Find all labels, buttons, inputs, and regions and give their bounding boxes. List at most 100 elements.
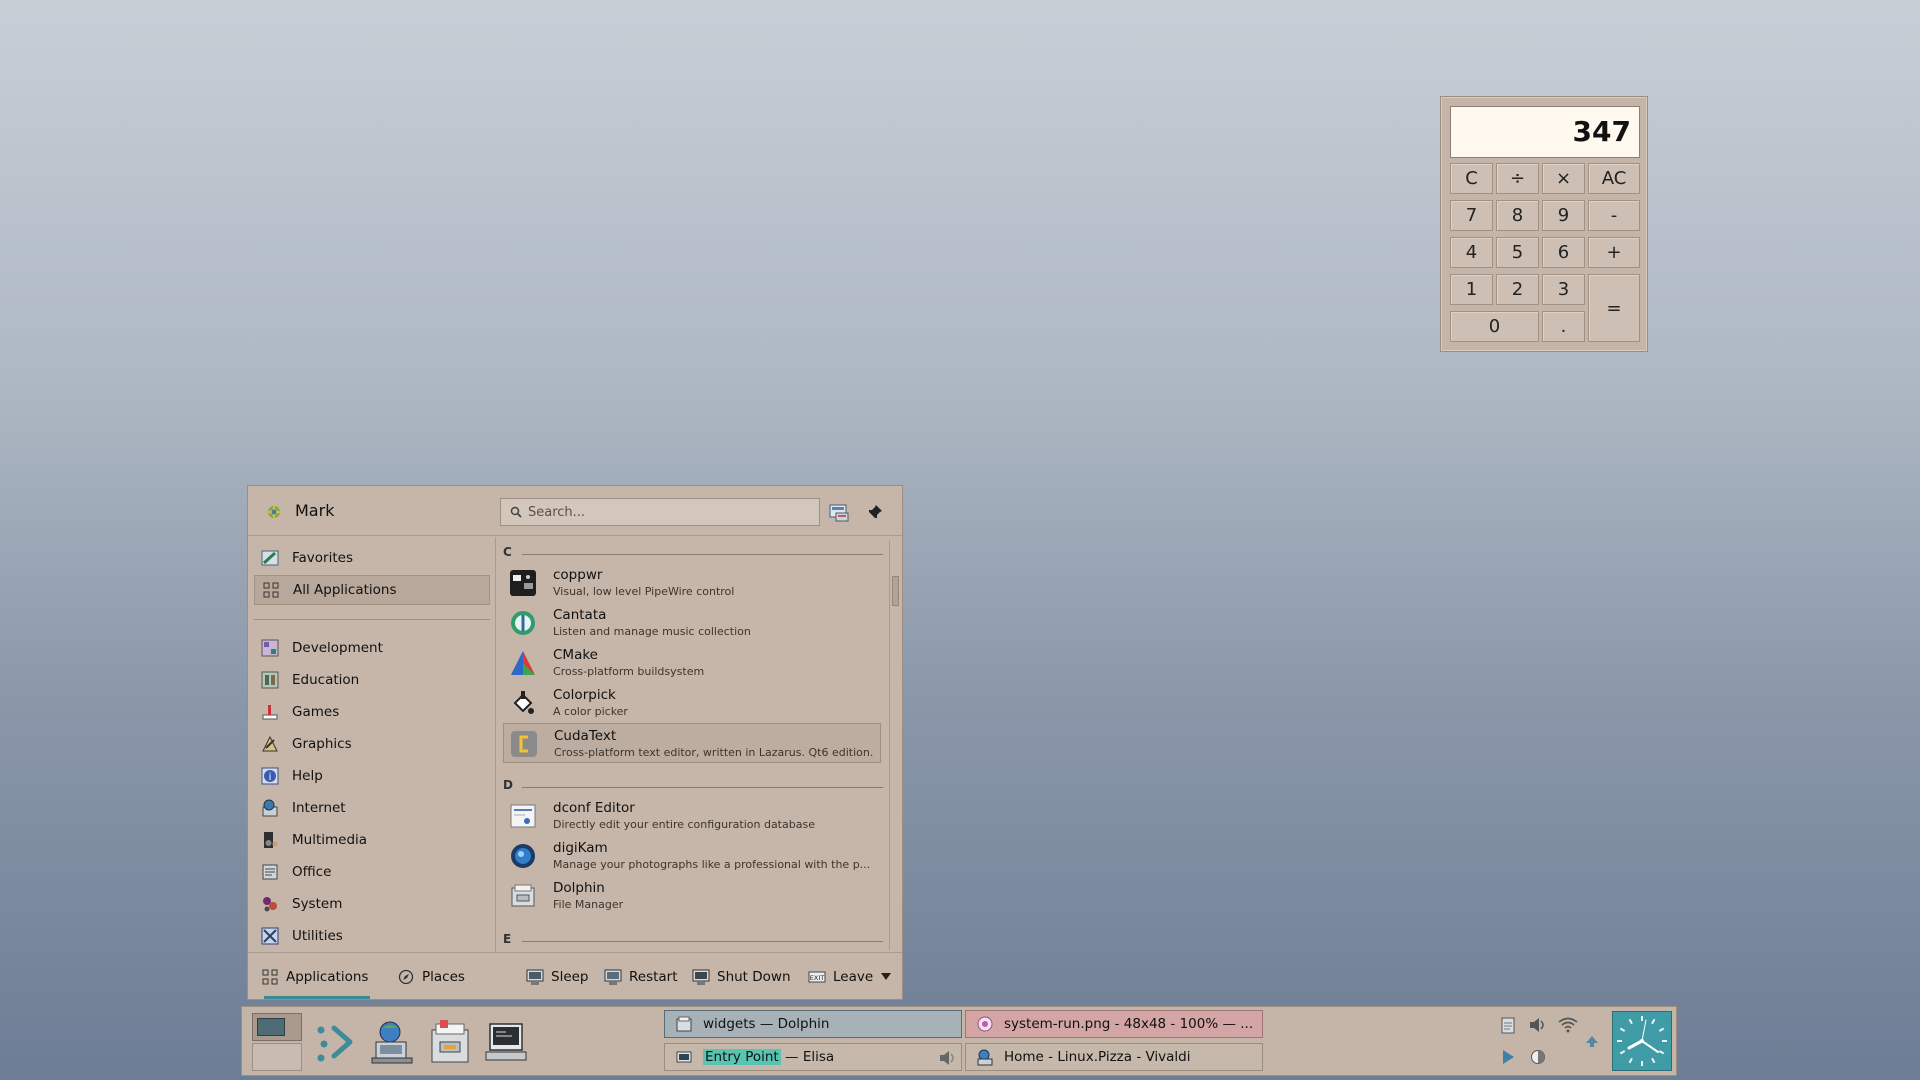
calc-key-all-clear[interactable]: AC	[1588, 163, 1640, 194]
section-header-c: C	[503, 545, 883, 561]
desktop-1[interactable]	[252, 1013, 302, 1041]
elisa-icon	[676, 1051, 692, 1063]
configure-icon	[829, 504, 849, 522]
desktop-2[interactable]	[252, 1043, 302, 1071]
exit-icon: EXIT	[808, 971, 826, 983]
help-icon: i	[261, 767, 279, 785]
tray-network[interactable]	[1558, 1015, 1578, 1035]
category-all-applications[interactable]: All Applications	[254, 575, 490, 605]
category-help[interactable]: i Help	[254, 761, 490, 791]
cudatext-icon	[511, 731, 537, 757]
restart-button[interactable]: Restart	[604, 953, 678, 1001]
category-office[interactable]: Office	[254, 857, 490, 887]
tab-applications[interactable]: Applications	[262, 953, 371, 1001]
task-vivaldi[interactable]: Home - Linux.Pizza - Vivaldi	[965, 1043, 1263, 1071]
tab-label: Applications	[286, 969, 369, 985]
office-icon	[262, 864, 278, 880]
category-multimedia[interactable]: Multimedia	[254, 825, 490, 855]
svg-text:EXIT: EXIT	[810, 974, 824, 982]
task-dolphin[interactable]: widgets — Dolphin	[664, 1010, 962, 1038]
launcher-file-manager[interactable]	[424, 1015, 476, 1069]
tray-night-color[interactable]	[1528, 1047, 1548, 1067]
calc-key-multiply[interactable]: ×	[1542, 163, 1585, 194]
app-cantata[interactable]: Cantata Listen and manage music collecti…	[503, 603, 881, 643]
app-dconf-editor[interactable]: dconf Editor Directly edit your entire c…	[503, 796, 881, 836]
category-graphics[interactable]: Graphics	[254, 729, 490, 759]
app-description: Directly edit your entire configuration …	[553, 818, 815, 831]
category-utilities[interactable]: Utilities	[254, 921, 490, 951]
category-label: Help	[292, 768, 323, 784]
calc-key-1[interactable]: 1	[1450, 274, 1493, 305]
leave-button[interactable]: EXIT Leave	[808, 953, 892, 1001]
category-system[interactable]: System	[254, 889, 490, 919]
app-dolphin[interactable]: Dolphin File Manager	[503, 876, 881, 916]
calc-key-divide[interactable]: ÷	[1496, 163, 1539, 194]
calc-key-4[interactable]: 4	[1450, 237, 1493, 268]
file-manager-icon	[431, 1020, 469, 1063]
category-internet[interactable]: Internet	[254, 793, 490, 823]
calc-key-6[interactable]: 6	[1542, 237, 1585, 268]
internet-icon	[262, 799, 278, 817]
app-name: Cantata	[553, 607, 607, 623]
calc-key-equals[interactable]: =	[1588, 274, 1640, 342]
task-elisa[interactable]: Entry Point — Elisa	[664, 1043, 962, 1071]
calc-key-0[interactable]: 0	[1450, 311, 1539, 342]
user-avatar-icon	[266, 504, 282, 520]
kickoff-launcher-button[interactable]	[310, 1015, 362, 1069]
calc-key-decimal[interactable]: .	[1542, 311, 1585, 342]
application-list: C coppwr Visual, low level PipeWire cont…	[497, 537, 895, 952]
app-coppwr[interactable]: coppwr Visual, low level PipeWire contro…	[503, 563, 881, 603]
calc-key-9[interactable]: 9	[1542, 200, 1585, 231]
launcher-header: Mark	[248, 486, 902, 536]
category-development[interactable]: Development	[254, 633, 490, 663]
shutdown-button[interactable]: Shut Down	[692, 953, 791, 1001]
tray-expand[interactable]	[1582, 1031, 1602, 1051]
launcher-terminal[interactable]	[480, 1015, 532, 1069]
app-list-scrollbar[interactable]	[889, 540, 899, 950]
category-divider	[254, 619, 490, 620]
sleep-button[interactable]: Sleep	[526, 953, 589, 1001]
restart-label: Restart	[629, 969, 678, 985]
tray-volume[interactable]	[1528, 1015, 1548, 1035]
digikam-icon	[511, 844, 535, 868]
app-description: Cross-platform buildsystem	[553, 665, 705, 678]
dconf-icon	[510, 804, 536, 828]
launcher-system-settings[interactable]	[366, 1015, 418, 1069]
app-colorpick[interactable]: Colorpick A color picker	[503, 683, 881, 723]
cmake-icon	[511, 651, 535, 675]
virtual-desktop-pager[interactable]	[252, 1013, 302, 1071]
application-launcher: Mark Favorites	[247, 485, 903, 1000]
task-image-viewer[interactable]: system-run.png - 48x48 - 100% — ...	[965, 1010, 1263, 1038]
category-favorites[interactable]: Favorites	[254, 543, 490, 573]
calc-key-3[interactable]: 3	[1542, 274, 1585, 305]
search-input[interactable]	[528, 504, 808, 520]
app-digikam[interactable]: digiKam Manage your photographs like a p…	[503, 836, 881, 876]
pin-launcher-button[interactable]	[862, 499, 888, 525]
app-description: A color picker	[553, 705, 628, 718]
calc-key-8[interactable]: 8	[1496, 200, 1539, 231]
app-cudatext[interactable]: CudaText Cross-platform text editor, wri…	[503, 723, 881, 763]
app-description: Listen and manage music collection	[553, 625, 751, 638]
tray-media-player[interactable]	[1498, 1047, 1518, 1067]
category-education[interactable]: Education	[254, 665, 490, 695]
calc-key-clear[interactable]: C	[1450, 163, 1493, 194]
tab-places[interactable]: Places	[398, 953, 465, 1001]
app-cmake[interactable]: CMake Cross-platform buildsystem	[503, 643, 881, 683]
analog-clock[interactable]	[1612, 1011, 1672, 1071]
search-box[interactable]	[500, 498, 820, 526]
configure-launcher-button[interactable]	[826, 499, 852, 525]
scrollbar-thumb[interactable]	[892, 576, 899, 606]
category-games[interactable]: Games	[254, 697, 490, 727]
tray-clipboard[interactable]	[1498, 1015, 1518, 1035]
app-name: coppwr	[553, 567, 603, 583]
tab-label: Places	[422, 969, 465, 985]
calc-key-plus[interactable]: +	[1588, 237, 1640, 268]
audio-playing-icon[interactable]	[937, 1050, 957, 1066]
calc-key-7[interactable]: 7	[1450, 200, 1493, 231]
pager-window	[257, 1018, 285, 1036]
app-description: Manage your photographs like a professio…	[553, 858, 871, 871]
chevron-down-icon	[881, 973, 892, 980]
calc-key-5[interactable]: 5	[1496, 237, 1539, 268]
calc-key-2[interactable]: 2	[1496, 274, 1539, 305]
calc-key-minus[interactable]: -	[1588, 200, 1640, 231]
